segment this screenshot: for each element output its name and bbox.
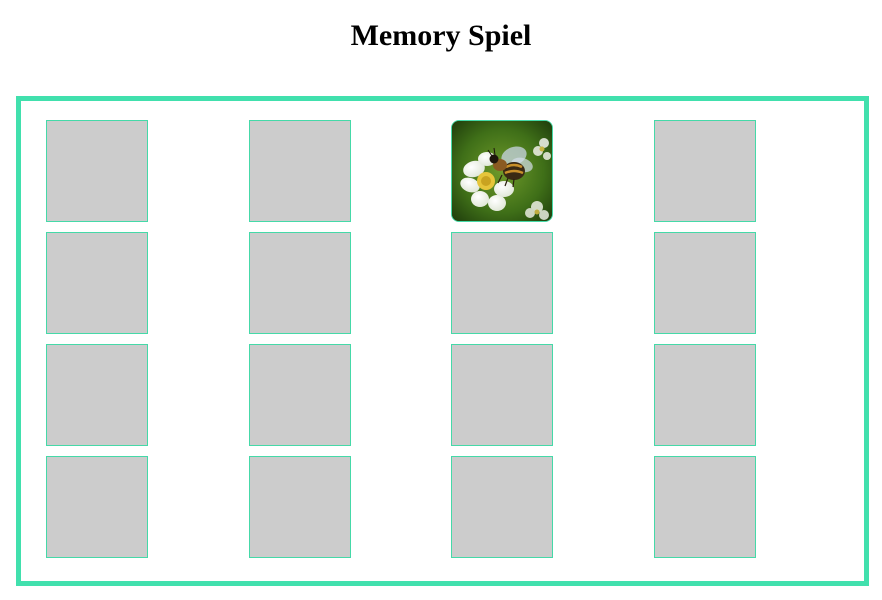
memory-card[interactable] <box>249 456 351 558</box>
memory-card[interactable] <box>654 232 756 334</box>
memory-card[interactable] <box>249 344 351 446</box>
memory-card[interactable] <box>46 456 148 558</box>
memory-card-revealed[interactable] <box>451 120 553 222</box>
memory-card[interactable] <box>46 232 148 334</box>
page-title: Memory Spiel <box>350 19 532 52</box>
memory-card[interactable] <box>46 344 148 446</box>
memory-card[interactable] <box>249 232 351 334</box>
memory-card[interactable] <box>451 344 553 446</box>
bee-on-flower-image <box>452 121 552 221</box>
memory-card[interactable] <box>654 120 756 222</box>
memory-card[interactable] <box>654 456 756 558</box>
memory-card[interactable] <box>46 120 148 222</box>
memory-card[interactable] <box>249 120 351 222</box>
memory-card[interactable] <box>451 456 553 558</box>
memory-board <box>16 96 869 586</box>
memory-card[interactable] <box>654 344 756 446</box>
memory-card[interactable] <box>451 232 553 334</box>
